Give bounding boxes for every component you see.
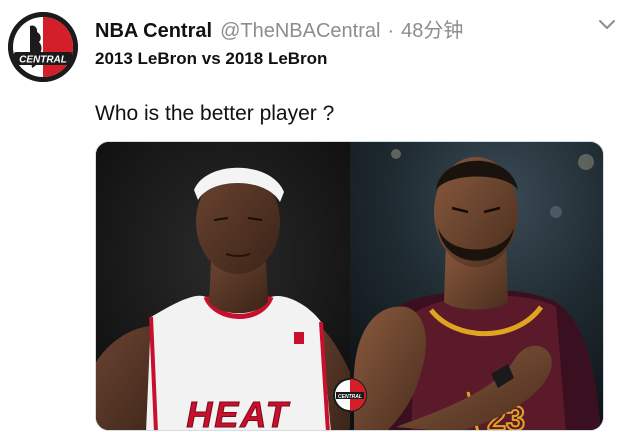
avatar-logo-text: CENTRAL: [19, 55, 67, 66]
avatar[interactable]: CENTRAL: [8, 12, 78, 82]
user-handle[interactable]: @TheNBACentral: [220, 20, 380, 43]
tweet-subtitle: 2013 LeBron vs 2018 LeBron: [95, 49, 328, 68]
nba-central-logo-icon: CENTRAL: [8, 12, 78, 82]
tweet-header: NBA Central @TheNBACentral · 48分钟: [95, 14, 601, 42]
tweet: CENTRAL NBA Central @TheNBACentral · 48分…: [0, 0, 631, 432]
tweet-body: Who is the better player ?: [95, 102, 335, 125]
watermark-text: CENTRAL: [338, 394, 362, 400]
lebron-comparison-photo: HEAT 23 CENTRAL: [96, 142, 603, 431]
separator-dot: ·: [387, 20, 395, 42]
tweet-media-image[interactable]: HEAT 23 CENTRAL: [95, 141, 604, 431]
chevron-down-icon[interactable]: [597, 18, 617, 32]
heat-jersey-text: HEAT: [186, 394, 290, 431]
central-watermark-icon: CENTRAL: [333, 378, 367, 412]
timestamp[interactable]: 48分钟: [401, 14, 463, 43]
display-name[interactable]: NBA Central: [95, 20, 212, 43]
